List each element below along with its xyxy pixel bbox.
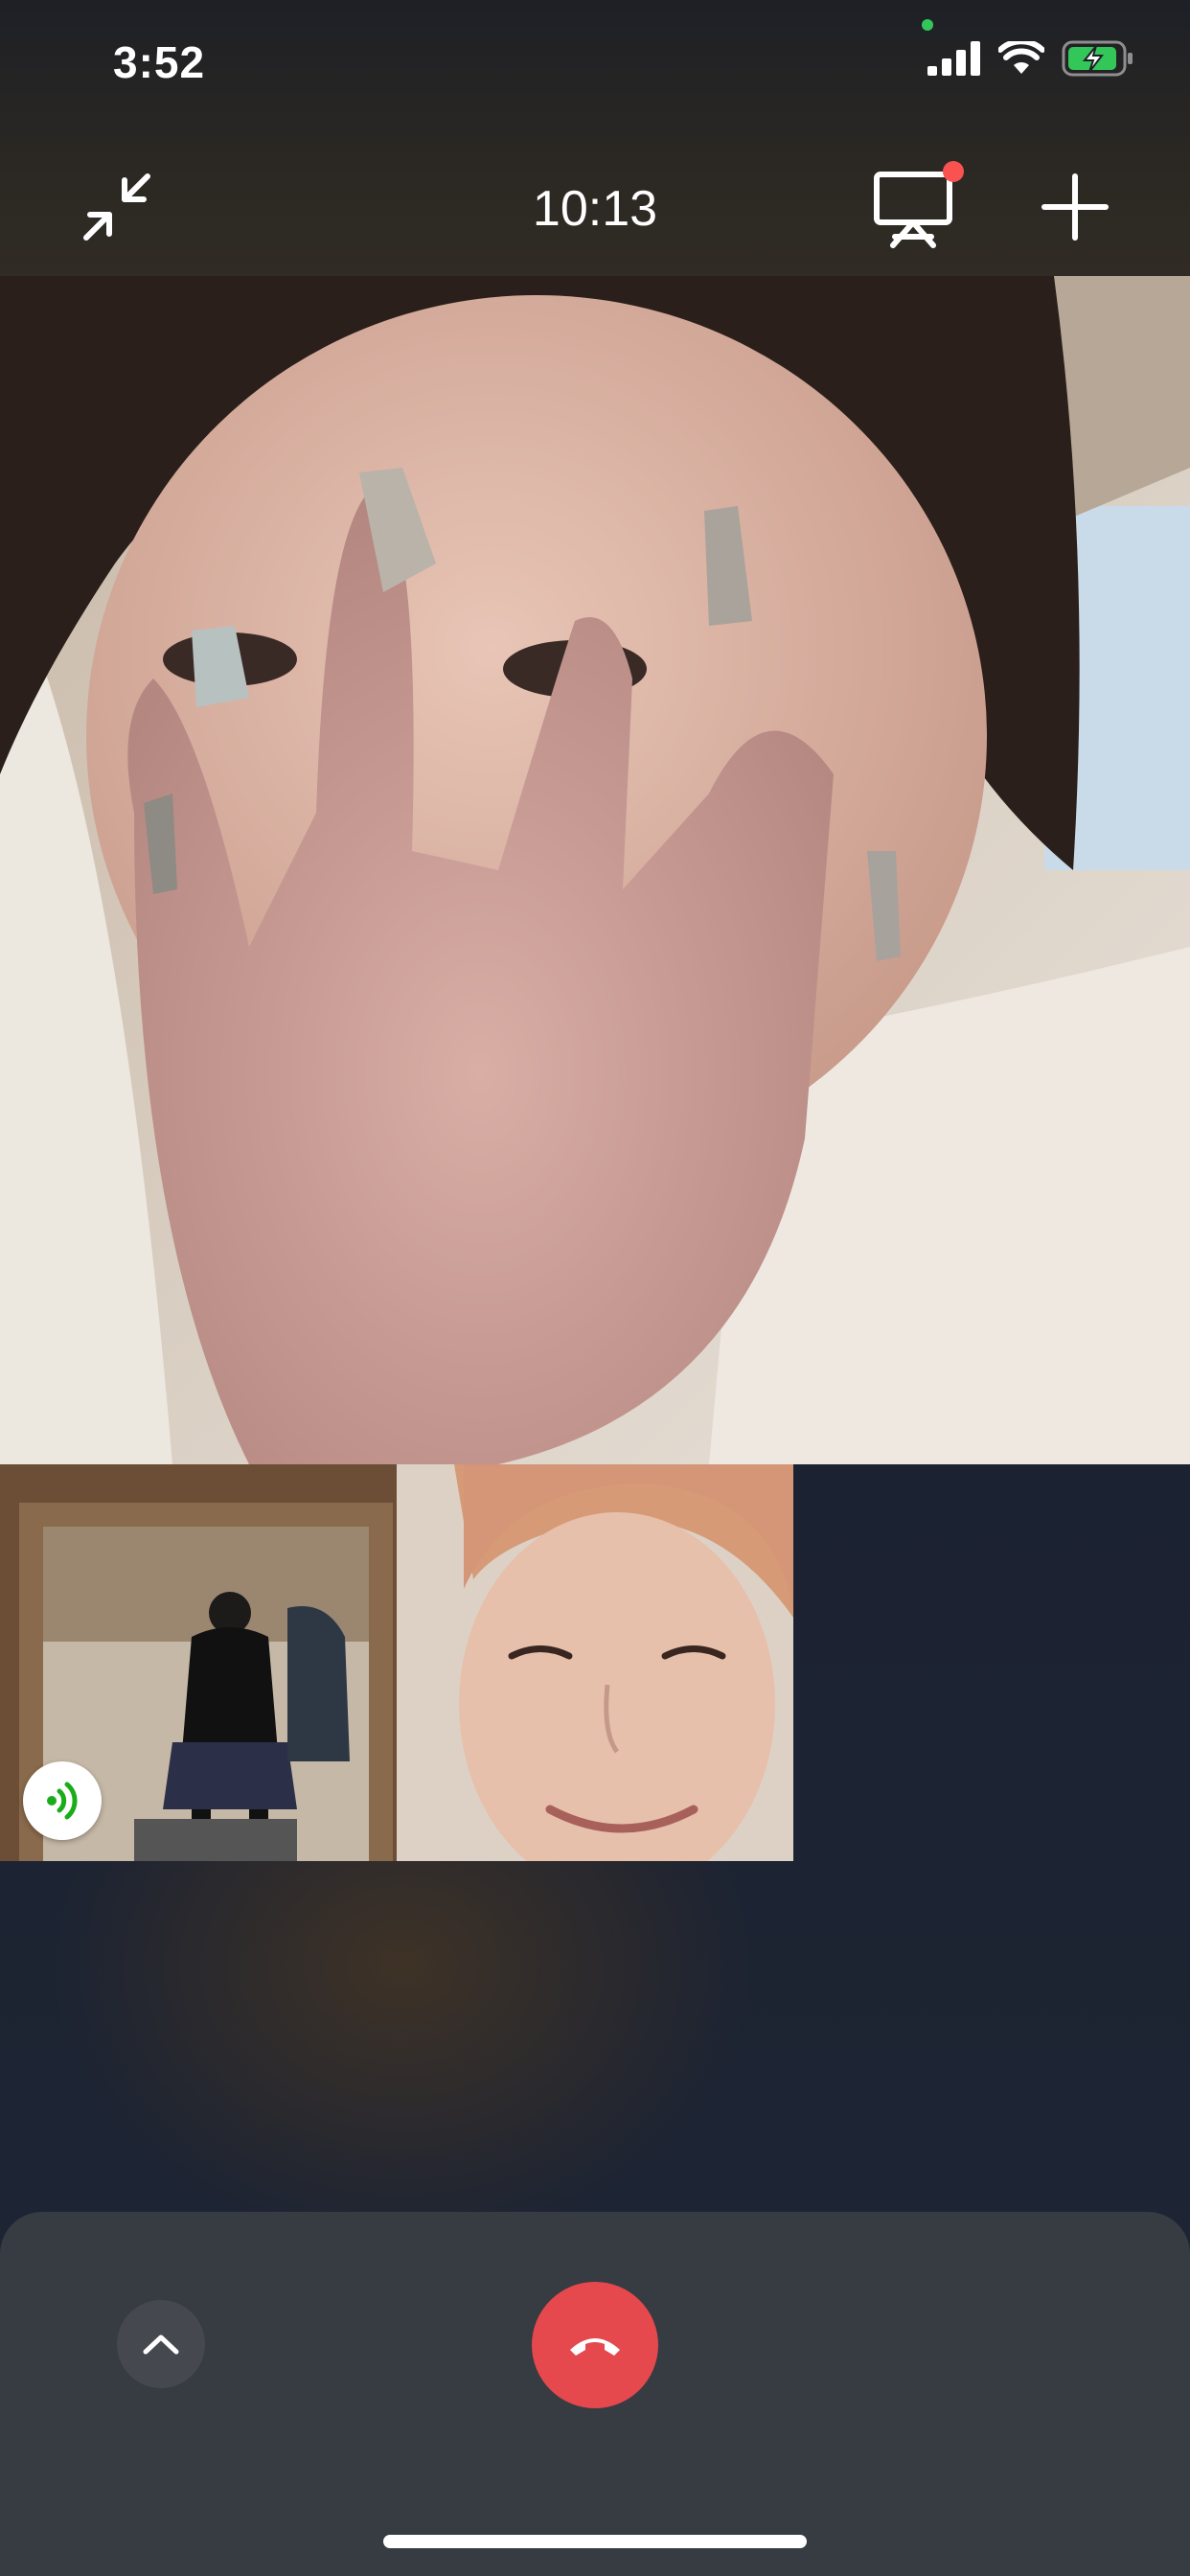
hang-up-phone-icon bbox=[570, 2338, 620, 2356]
speaking-indicator bbox=[23, 1761, 102, 1840]
hang-up-button[interactable] bbox=[532, 2282, 658, 2408]
main-video-feed[interactable] bbox=[0, 276, 1190, 1464]
chevron-up-icon bbox=[143, 2334, 179, 2355]
battery-charging-icon bbox=[1062, 40, 1134, 81]
participant-video-2[interactable] bbox=[397, 1464, 793, 1861]
add-participant-button[interactable] bbox=[1041, 172, 1110, 242]
video-call-screen: 3:52 10:13 bbox=[0, 0, 1190, 2576]
notification-badge bbox=[943, 161, 964, 182]
main-video-image bbox=[0, 276, 1190, 1464]
status-time: 3:52 bbox=[113, 37, 206, 87]
camera-in-use-indicator bbox=[922, 19, 933, 31]
cellular-signal-icon bbox=[927, 41, 981, 80]
call-duration: 10:13 bbox=[532, 181, 658, 237]
participant-video-2-image bbox=[397, 1464, 793, 1861]
speaking-wave-icon bbox=[47, 1782, 78, 1820]
expand-controls-button[interactable] bbox=[117, 2300, 205, 2388]
add-participant-icon bbox=[1041, 173, 1109, 241]
home-indicator[interactable] bbox=[383, 2535, 807, 2548]
wifi-icon bbox=[997, 38, 1045, 80]
status-icons bbox=[927, 38, 1134, 81]
